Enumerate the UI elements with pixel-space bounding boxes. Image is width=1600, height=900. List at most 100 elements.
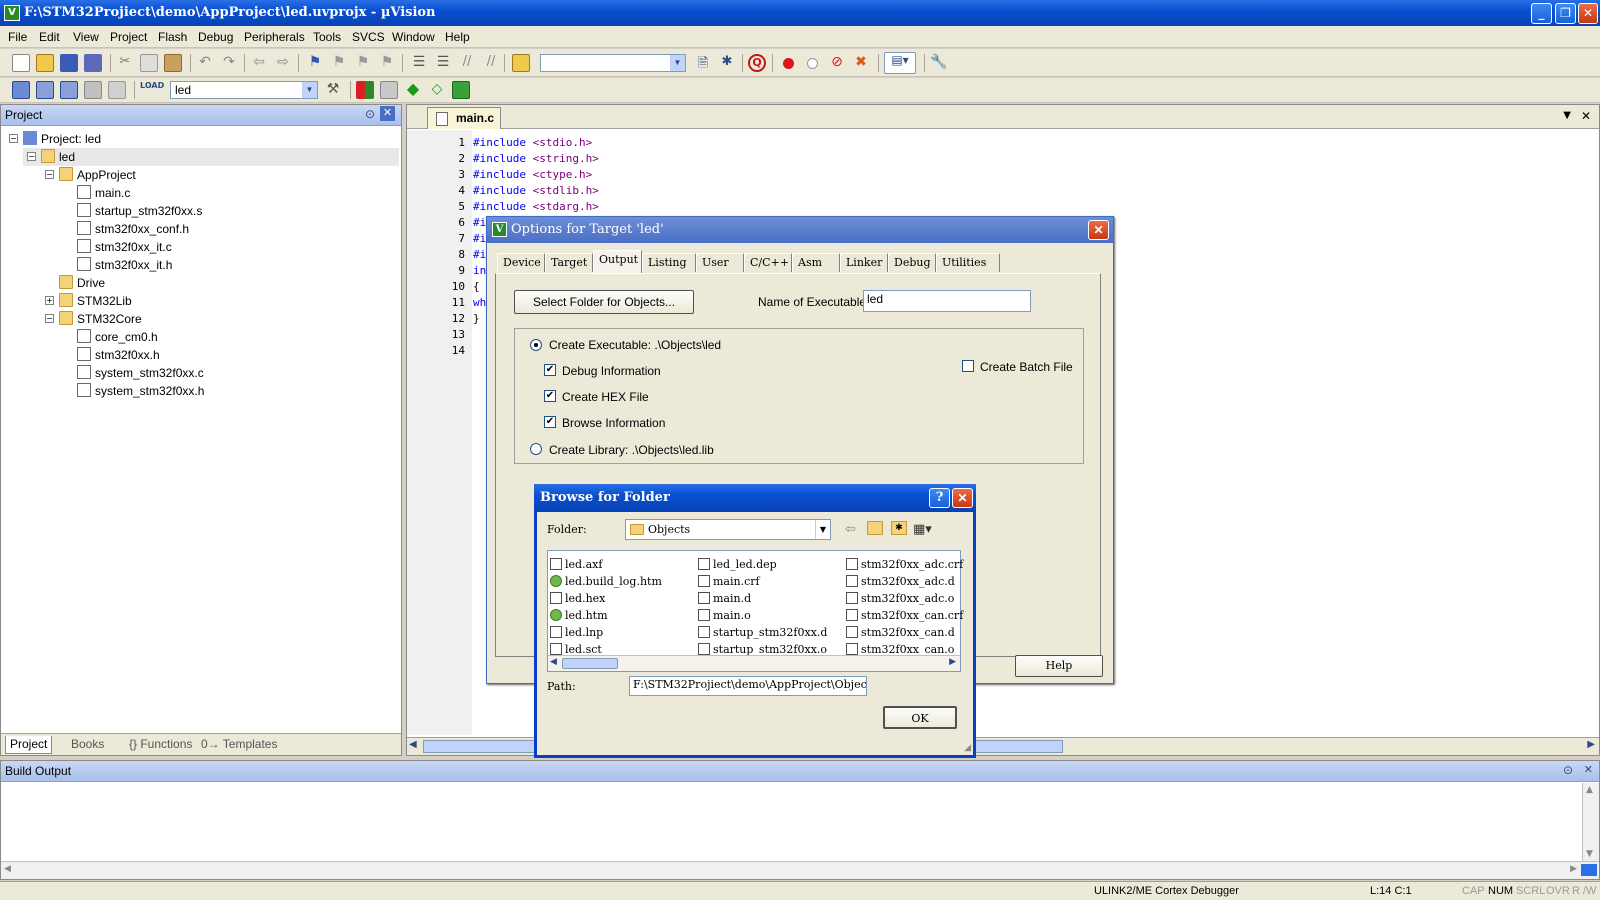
tab-utilities[interactable]: Utilities (936, 253, 1000, 272)
prev-bookmark-icon[interactable]: ⚑ (330, 54, 348, 72)
cut-icon[interactable]: ✂ (116, 54, 134, 72)
scroll-right-icon[interactable]: ▶ (949, 657, 956, 667)
menu-flash[interactable]: Flash (158, 30, 187, 44)
tree-file[interactable]: main.c (77, 184, 130, 202)
chevron-down-icon[interactable]: ▼ (302, 82, 317, 98)
list-item[interactable]: stm32f0xx_adc.d (846, 573, 955, 590)
close-icon[interactable]: ✕ (1584, 763, 1593, 776)
clear-bookmarks-icon[interactable]: ⚑ (378, 54, 396, 72)
tree-group-stm32lib[interactable]: STM32Lib (59, 292, 132, 310)
code-line[interactable]: } (473, 312, 480, 325)
code-line[interactable]: in (473, 264, 486, 277)
tree-target-led[interactable] (23, 148, 399, 166)
menu-edit[interactable]: Edit (39, 30, 60, 44)
collapse-target-icon[interactable]: − (27, 152, 36, 161)
find-combo[interactable]: ▼ (540, 54, 686, 72)
code-line[interactable]: #include <stdio.h> (473, 136, 592, 149)
menu-file[interactable]: File (8, 30, 27, 44)
tab-books[interactable]: Books (67, 736, 108, 754)
expand-group-icon[interactable]: + (45, 296, 54, 305)
folder-select[interactable]: Objects ▼ (625, 519, 831, 540)
tree-project-root[interactable]: Project: led (23, 130, 101, 148)
tree-group-appproject[interactable]: AppProject (59, 166, 136, 184)
target-options-icon[interactable]: ⚒ (324, 81, 342, 99)
menu-help[interactable]: Help (445, 30, 470, 44)
pin-icon[interactable]: ⊙ (1563, 763, 1573, 777)
menu-svcs[interactable]: SVCS (352, 30, 385, 44)
collapse-group-icon[interactable]: − (45, 170, 54, 179)
comment-icon[interactable]: // (458, 54, 476, 72)
download-load-icon[interactable]: LOAD (140, 81, 164, 99)
code-line[interactable]: #include <ctype.h> (473, 168, 592, 181)
list-item[interactable]: startup_stm32f0xx.d (698, 624, 827, 641)
save-all-icon[interactable] (84, 54, 102, 72)
file-extensions-icon[interactable] (380, 81, 398, 99)
create-executable-radio[interactable] (530, 339, 542, 351)
enable-breakpoint-icon[interactable] (807, 58, 818, 69)
uncomment-icon[interactable]: // (482, 54, 500, 72)
create-library-radio[interactable] (530, 443, 542, 455)
code-line[interactable]: #include <string.h> (473, 152, 599, 165)
tab-linker[interactable]: Linker (840, 253, 888, 272)
list-item[interactable]: main.o (698, 607, 751, 624)
close-icon[interactable]: ✕ (1581, 109, 1591, 123)
tab-functions[interactable]: {} Functions (125, 736, 196, 754)
tree-group-stm32core[interactable]: STM32Core (59, 310, 142, 328)
next-bookmark-icon[interactable]: ⚑ (354, 54, 372, 72)
file-list-horizontal-scrollbar[interactable]: ◀ ▶ (548, 655, 960, 671)
tab-user[interactable]: User (696, 253, 744, 272)
tree-file[interactable]: stm32f0xx_conf.h (77, 220, 189, 238)
list-item[interactable]: led.axf (550, 556, 602, 573)
collapse-group-icon[interactable]: − (45, 314, 54, 323)
redo-icon[interactable]: ↷ (220, 54, 238, 72)
nav-forward-icon[interactable]: ⇨ (274, 54, 292, 72)
restore-icon[interactable]: ❐ (1555, 3, 1576, 24)
scroll-down-icon[interactable]: ▼ (1586, 849, 1593, 859)
help-icon[interactable]: ? (929, 488, 950, 508)
find-icon[interactable]: 🗎 (694, 54, 712, 72)
chevron-down-icon[interactable]: ▼ (1563, 110, 1571, 121)
copy-icon[interactable] (140, 54, 158, 72)
list-item[interactable]: stm32f0xx_adc.o (846, 590, 954, 607)
kill-breakpoints-icon[interactable]: ✖ (852, 54, 870, 72)
start-debug-icon[interactable]: Q (748, 54, 766, 72)
pack-installer-icon[interactable]: ◇ (428, 81, 446, 99)
build-output-vertical-scrollbar[interactable]: ▲ ▼ (1582, 783, 1599, 861)
scroll-right-icon[interactable]: ▶ (1587, 739, 1595, 750)
list-item[interactable]: led_led.dep (698, 556, 777, 573)
create-batch-file-checkbox[interactable] (962, 360, 974, 372)
stop-build-icon[interactable] (108, 81, 126, 99)
target-select[interactable]: led ▼ (170, 81, 318, 99)
scroll-thumb[interactable] (562, 658, 618, 669)
close-icon[interactable]: ✕ (952, 488, 973, 508)
disable-breakpoints-icon[interactable]: ⊘ (828, 54, 846, 72)
paste-icon[interactable] (164, 54, 182, 72)
select-packs-icon[interactable]: ◆ (404, 81, 422, 99)
list-item[interactable]: led.lnp (550, 624, 603, 641)
scroll-left-icon[interactable]: ◀ (4, 864, 11, 874)
file-list[interactable]: led.axf led.build_log.htm led.hex led.ht… (547, 550, 963, 672)
browse-information-checkbox[interactable]: ✔ (544, 416, 556, 428)
build-icon[interactable] (36, 81, 54, 99)
new-folder-icon[interactable]: ✱ (891, 521, 907, 535)
tab-listing[interactable]: Listing (642, 253, 696, 272)
tree-file[interactable]: system_stm32f0xx.c (77, 364, 204, 382)
tree-file[interactable]: stm32f0xx_it.h (77, 256, 172, 274)
tree-file[interactable]: startup_stm32f0xx.s (77, 202, 202, 220)
select-folder-for-objects-button[interactable]: Select Folder for Objects... (514, 290, 694, 314)
name-of-executable-field[interactable]: led (863, 290, 1031, 312)
close-icon[interactable]: ✕ (1088, 220, 1109, 240)
back-icon[interactable]: ⇦ (845, 522, 856, 537)
tab-project[interactable]: Project (5, 736, 53, 754)
scroll-right-icon[interactable]: ▶ (1570, 864, 1577, 874)
save-icon[interactable] (60, 54, 78, 72)
find-in-files-icon[interactable] (512, 54, 530, 72)
nav-back-icon[interactable]: ⇦ (250, 54, 268, 72)
tab-c-cpp[interactable]: C/C++ (744, 253, 792, 272)
ok-button[interactable]: OK (883, 706, 957, 729)
close-icon[interactable]: ✕ (380, 106, 395, 121)
translate-icon[interactable] (12, 81, 30, 99)
tree-group-drive[interactable]: Drive (59, 274, 105, 292)
scroll-left-icon[interactable]: ◀ (409, 739, 417, 750)
code-line[interactable]: #i (473, 216, 486, 229)
